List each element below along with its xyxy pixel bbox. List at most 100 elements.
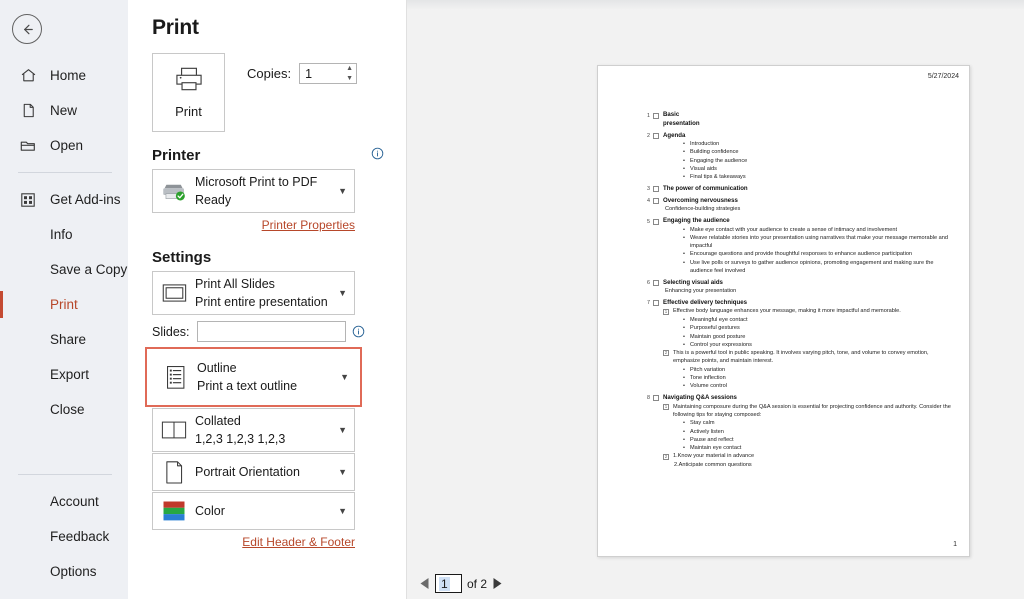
chevron-down-icon[interactable]: ▼ <box>338 288 347 298</box>
sidebar-item-export[interactable]: Export <box>0 357 128 392</box>
print-settings-pane: Print Print Copies: ▲ <box>128 0 406 599</box>
outline-slide-title: Engaging the audience <box>663 217 730 225</box>
outline-slide-number: 8 <box>647 395 650 402</box>
print-range-title: Print All Slides <box>195 277 275 291</box>
printer-info-icon[interactable] <box>371 147 384 164</box>
sidebar-item-label: Share <box>50 332 87 347</box>
sidebar-item-close[interactable]: Close <box>0 392 128 427</box>
sidebar-item-open[interactable]: Open <box>0 128 128 163</box>
color-mode-select[interactable]: Color ▼ <box>152 492 355 530</box>
print-layout-select[interactable]: Outline Print a text outline ▼ <box>154 355 357 399</box>
sidebar-item-options[interactable]: Options <box>0 554 128 589</box>
sidebar-item-print[interactable]: Print <box>0 287 128 322</box>
outline-slide-title-line2: presentation <box>663 119 700 127</box>
slides-input[interactable] <box>196 321 346 342</box>
back-arrow-icon <box>23 24 33 34</box>
outline-note-row: 1 Effective body language enhances your m… <box>663 307 955 315</box>
outline-slide-body: The power of communication <box>663 185 955 194</box>
page-title: Print <box>152 16 199 39</box>
outline-list-icon <box>161 365 191 390</box>
outline-bullet: Building confidence <box>683 148 955 156</box>
outline-note-text: This is a powerful tool in public speaki… <box>673 349 929 365</box>
outline-note-marker: 1 <box>663 404 669 411</box>
copies-input[interactable] <box>300 64 341 83</box>
chevron-down-icon[interactable]: ▼ <box>340 372 349 382</box>
outline-slide-number: 4 <box>647 198 650 205</box>
copies-label: Copies: <box>247 66 292 81</box>
outline-slide-row: 4 Overcoming nervousness Confidence-buildi… <box>640 197 955 214</box>
sidebar-item-label: Print <box>50 297 78 312</box>
print-layout-subtitle: Print a text outline <box>197 379 298 393</box>
orientation-title: Portrait Orientation <box>195 465 300 479</box>
outline-slide-title: Agenda <box>663 131 686 139</box>
sidebar-item-account[interactable]: Account <box>0 484 128 519</box>
outline-bullet: Control your expressions <box>683 341 955 349</box>
outline-bullet: Purposeful gestures <box>683 324 955 332</box>
outline-bullet: Pause and reflect <box>683 436 955 444</box>
document-page-number: 1 <box>953 541 957 548</box>
sidebar-item-get-add-ins[interactable]: Get Add-ins <box>0 182 128 217</box>
outline-slide-row: 3 The power of communication <box>640 185 955 194</box>
print-range-select[interactable]: Print All Slides Print entire presentati… <box>152 271 355 315</box>
page-count-label: of 2 <box>467 576 488 591</box>
orientation-select[interactable]: Portrait Orientation ▼ <box>152 453 355 491</box>
collation-select[interactable]: Collated 1,2,3 1,2,3 1,2,3 ▼ <box>152 408 355 452</box>
print-button[interactable]: Print <box>152 53 225 132</box>
sidebar-item-save-a-copy[interactable]: Save a Copy <box>0 252 128 287</box>
outline-slide-number: 6 <box>647 280 650 286</box>
printer-properties-link[interactable]: Printer Properties <box>262 218 355 232</box>
chevron-down-icon[interactable]: ▼ <box>346 75 353 82</box>
sidebar-item-home[interactable]: Home <box>0 58 128 93</box>
color-mode-text: Color <box>189 502 350 520</box>
outline-slide-row: 6 Selecting visual aids Enhancing your pre… <box>640 279 955 296</box>
chevron-down-icon[interactable]: ▼ <box>338 506 347 516</box>
chevron-down-icon[interactable]: ▼ <box>338 425 347 435</box>
outline-slide-number: 5 <box>647 218 650 225</box>
print-range-text: Print All Slides Print entire presentati… <box>189 275 350 311</box>
outline-slide-body: AgendaIntroductionBuilding confidenceEng… <box>663 132 955 182</box>
sidebar-item-info[interactable]: Info <box>0 217 128 252</box>
chevron-down-icon[interactable]: ▼ <box>338 186 347 196</box>
printer-select[interactable]: Microsoft Print to PDF Ready ▼ <box>152 169 355 213</box>
settings-section-header: Settings <box>152 249 388 266</box>
color-swatch-icon <box>159 500 189 522</box>
outline-note-text: Effective body language enhances your me… <box>673 308 901 315</box>
chevron-up-icon[interactable]: ▲ <box>346 65 353 72</box>
outline-bullet: Make eye contact with your audience to c… <box>683 226 955 234</box>
edit-header-footer-link[interactable]: Edit Header & Footer <box>242 535 355 549</box>
edit-header-footer-row: Edit Header & Footer <box>152 530 355 551</box>
page-number-input[interactable]: 1 <box>435 574 462 593</box>
sidebar-item-feedback[interactable]: Feedback <box>0 519 128 554</box>
outline-slide-checkbox <box>653 133 659 140</box>
next-page-button[interactable] <box>492 577 503 590</box>
outline-bullet: Final tips & takeaways <box>683 173 955 181</box>
outline-text-line: Enhancing your presentation <box>665 288 737 295</box>
copies-stepper[interactable]: ▲ ▼ <box>299 63 358 84</box>
outline-slide-title: Basic <box>663 111 680 118</box>
outline-slide-number: 3 <box>647 186 650 193</box>
outline-bullet: Meaningful eye contact <box>683 316 955 324</box>
slides-label: Slides: <box>152 324 190 339</box>
back-button[interactable] <box>12 14 42 44</box>
add-ins-grid-icon <box>18 190 38 210</box>
collation-subtitle: 1,2,3 1,2,3 1,2,3 <box>195 432 286 446</box>
printer-status: Ready <box>195 193 232 207</box>
sidebar-item-new[interactable]: New <box>0 93 128 128</box>
open-folder-icon <box>18 136 38 156</box>
sidebar-item-share[interactable]: Share <box>0 322 128 357</box>
outline-slide-body: Basic presentation <box>663 111 955 128</box>
sidebar-item-label: Account <box>50 494 99 509</box>
sidebar-item-label: Info <box>50 227 73 242</box>
sidebar-item-label: Export <box>50 367 90 382</box>
chevron-down-icon[interactable]: ▼ <box>338 467 347 477</box>
settings-options-stack: Collated 1,2,3 1,2,3 1,2,3 ▼ Portrait Or… <box>152 408 388 530</box>
slides-info-icon[interactable] <box>352 325 365 338</box>
outline-slide-row: 8 Navigating Q&A sessions 1 Maintaining com… <box>640 394 955 469</box>
outline-slide-title: Effective delivery techniques <box>663 298 747 306</box>
outline-slide-row: 1 Basic presentation <box>640 111 955 128</box>
previous-page-button[interactable] <box>419 577 430 590</box>
outline-bullet: Maintain good posture <box>683 333 955 341</box>
slide-rectangle-icon <box>159 283 189 303</box>
outline-slide-body: Navigating Q&A sessions 1 Maintaining comp… <box>663 394 955 469</box>
copies-spin-arrows[interactable]: ▲ ▼ <box>346 65 353 82</box>
